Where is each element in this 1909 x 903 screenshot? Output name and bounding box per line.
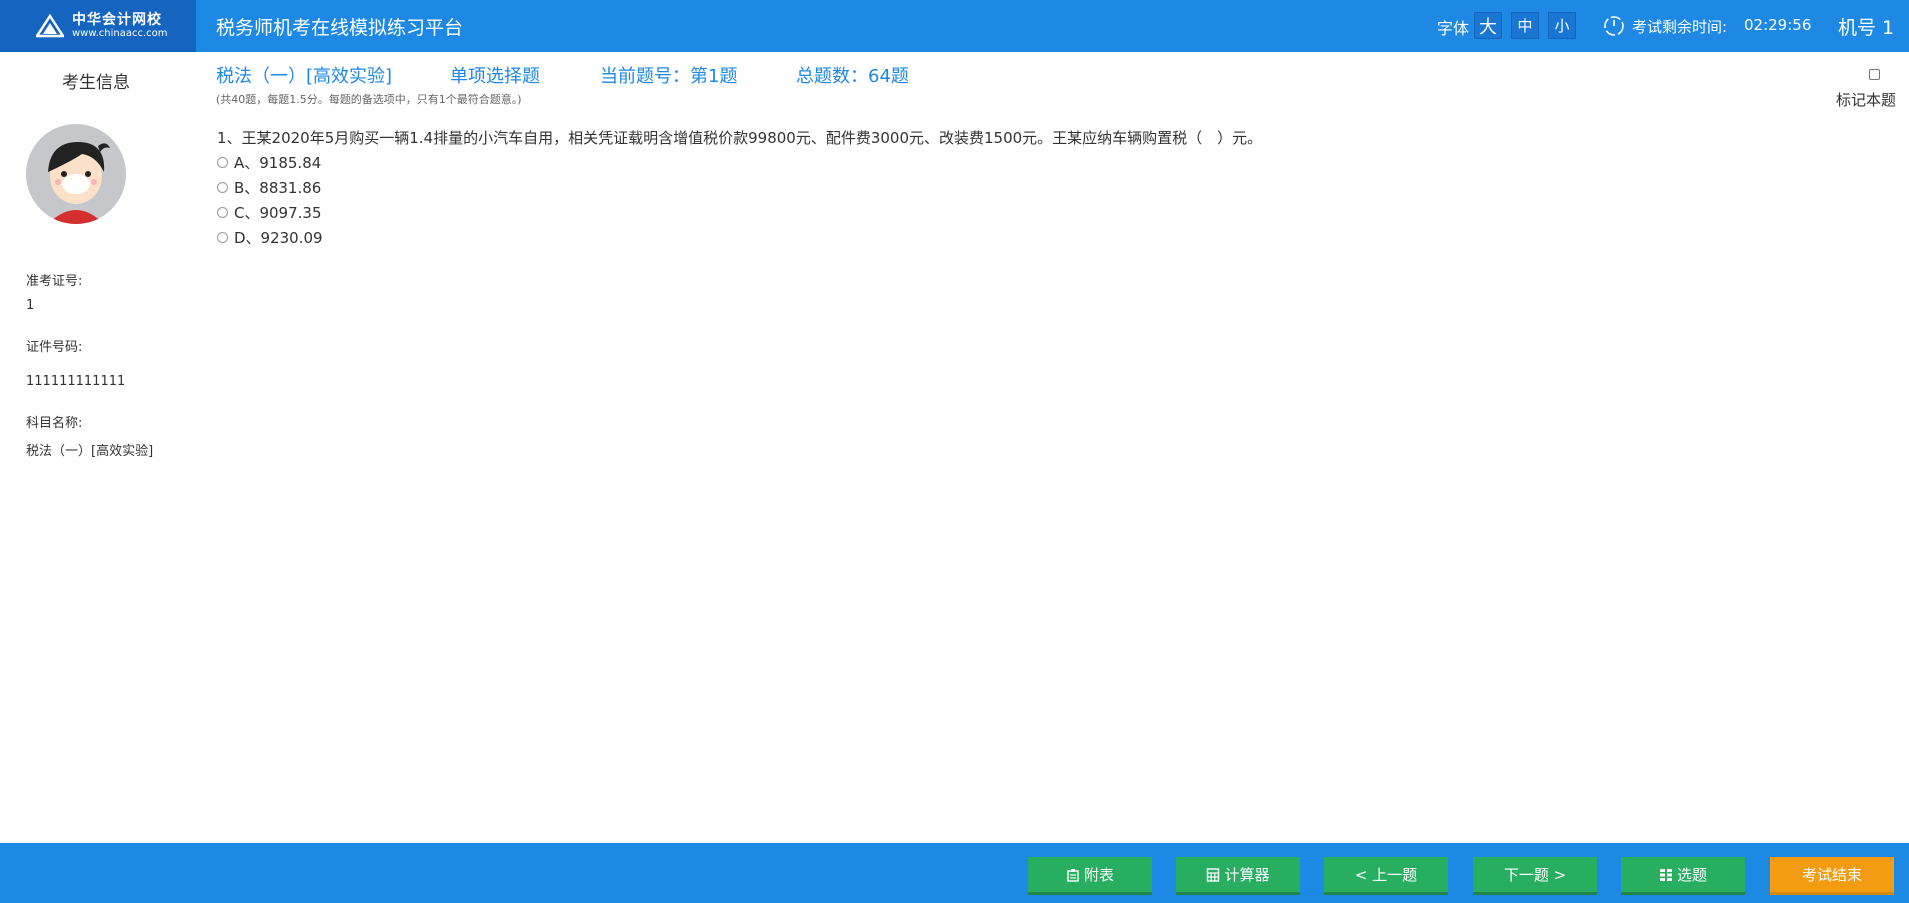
candidate-info-title: 考生信息 [62, 73, 130, 93]
option-a-radio[interactable] [217, 157, 228, 168]
mark-question-label[interactable]: 标记本题 [1836, 89, 1896, 110]
option-b-label: B、8831.86 [234, 179, 322, 197]
question-note: (共40题，每题1.5分。每题的备选项中，只有1个最符合题意。) [216, 93, 522, 106]
select-question-label: 选题 [1676, 866, 1707, 884]
subject-label: 科目名称: [26, 416, 83, 431]
calculator-button[interactable]: 计算器 [1176, 857, 1300, 895]
question-subject: 税法（一）[高效实验] [216, 66, 393, 87]
logo-icon [36, 14, 64, 38]
next-question-label: 下一题 > [1503, 866, 1567, 884]
question-type: 单项选择题 [450, 66, 540, 87]
end-exam-label: 考试结束 [1801, 866, 1862, 884]
next-question-button[interactable]: 下一题 > [1473, 857, 1597, 895]
appendix-button[interactable]: 附表 [1028, 857, 1152, 895]
appendix-label: 附表 [1083, 866, 1114, 884]
calculator-icon [1207, 867, 1220, 882]
option-d-label: D、9230.09 [234, 229, 323, 247]
logo-cn-text: 中华会计网校 [72, 11, 162, 28]
option-a[interactable]: A、9185.84 [217, 152, 321, 173]
question-area: 税法（一）[高效实验] 单项选择题 当前题号：第1题 总题数：64题 (共40题… [196, 52, 1909, 842]
option-c[interactable]: C、9097.35 [217, 202, 322, 223]
machine-number: 机号 1 [1838, 17, 1895, 39]
avatar [26, 124, 126, 224]
option-c-label: C、9097.35 [234, 204, 322, 222]
appendix-icon [1067, 868, 1079, 882]
candidate-info-panel: 考生信息 准考证号: 1 证件号码: 111111111111 科目名称: 税法… [0, 52, 196, 842]
ticket-number-value: 1 [26, 298, 35, 313]
option-b-radio[interactable] [217, 182, 228, 193]
total-question-count: 总题数：64题 [796, 66, 909, 87]
calculator-label: 计算器 [1224, 866, 1270, 884]
footer-bar: 附表 计算器 < 上一题 下一题 > 选题 考试结束 [0, 843, 1909, 903]
timer-icon [1604, 16, 1624, 36]
question-text: 1、王某2020年5月购买一辆1.4排量的小汽车自用，相关凭证载明含增值税价款9… [217, 129, 1263, 147]
timer-value: 02:29:56 [1744, 16, 1812, 34]
option-b[interactable]: B、8831.86 [217, 177, 321, 198]
prev-question-label: < 上一题 [1354, 866, 1418, 884]
id-number-value: 111111111111 [26, 374, 126, 389]
logo: 中华会计网校 www.chinaacc.com [0, 0, 196, 52]
prev-question-button[interactable]: < 上一题 [1324, 857, 1448, 895]
ticket-number-label: 准考证号: [26, 274, 83, 289]
current-question-number: 当前题号：第1题 [600, 66, 738, 87]
end-exam-button[interactable]: 考试结束 [1770, 857, 1894, 895]
mark-question-checkbox[interactable] [1869, 69, 1880, 80]
font-small-button[interactable]: 小 [1548, 12, 1576, 39]
option-d-radio[interactable] [217, 232, 228, 243]
app-title: 税务师机考在线模拟练习平台 [216, 17, 464, 39]
subject-value: 税法（一）[高效实验] [26, 444, 154, 459]
timer-label: 考试剩余时间: [1632, 18, 1728, 36]
font-size-label: 字体 [1437, 19, 1470, 38]
font-large-button[interactable]: 大 [1474, 12, 1502, 39]
header-bar: 中华会计网校 www.chinaacc.com 税务师机考在线模拟练习平台 字体… [0, 0, 1909, 52]
app: 中华会计网校 www.chinaacc.com 税务师机考在线模拟练习平台 字体… [0, 0, 1909, 903]
avatar-icon [26, 124, 126, 224]
select-question-button[interactable]: 选题 [1621, 857, 1745, 895]
logo-en-text: www.chinaacc.com [72, 28, 168, 40]
font-medium-button[interactable]: 中 [1511, 12, 1539, 39]
option-d[interactable]: D、9230.09 [217, 227, 323, 248]
option-a-label: A、9185.84 [234, 154, 322, 172]
id-number-label: 证件号码: [26, 340, 83, 355]
option-c-radio[interactable] [217, 207, 228, 218]
grid-icon [1659, 868, 1672, 881]
